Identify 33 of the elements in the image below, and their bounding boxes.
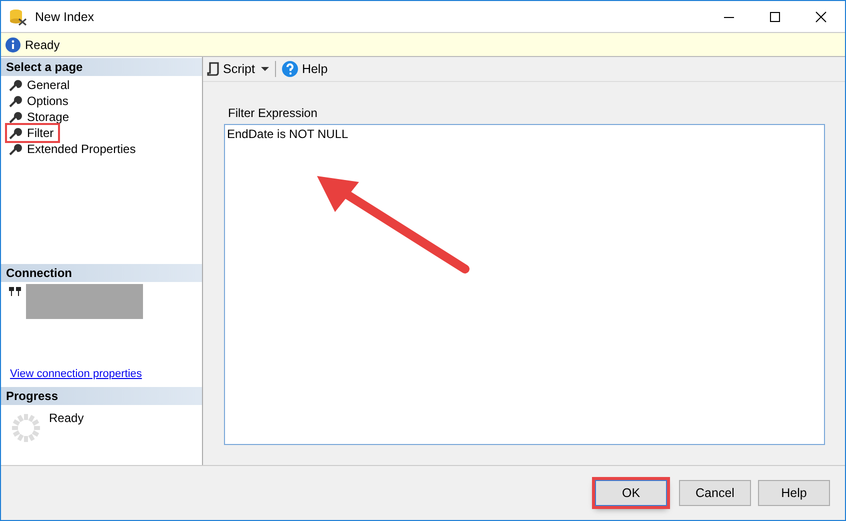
wrench-icon	[9, 110, 22, 124]
page-item[interactable]: General	[1, 77, 74, 93]
dialog-button[interactable]: Help	[758, 480, 830, 506]
section-header: Connection	[1, 264, 202, 282]
section-header: Progress	[1, 387, 202, 405]
field-label: Filter Expression	[228, 106, 318, 120]
close-icon[interactable]	[815, 10, 827, 22]
page-item[interactable]: Options	[1, 93, 72, 109]
info-icon	[5, 36, 21, 52]
wrench-icon	[9, 78, 22, 92]
wrench-icon	[9, 126, 22, 140]
dialog-button[interactable]: OK	[595, 480, 667, 506]
dialog-button[interactable]: Cancel	[679, 480, 751, 506]
window-title: New Index	[35, 10, 94, 24]
caret-icon[interactable]	[260, 66, 269, 72]
page-item[interactable]: Filter	[7, 125, 58, 141]
wrench-icon	[9, 142, 22, 156]
page-item[interactable]: Extended Properties	[1, 141, 140, 157]
plug-icon	[8, 284, 22, 296]
page-item[interactable]: Storage	[1, 109, 74, 125]
filter-expression-field[interactable]: EndDate is NOT NULL	[224, 124, 825, 445]
status-text: Ready	[25, 38, 60, 52]
wrench-icon	[9, 94, 22, 108]
section-header: Select a page	[1, 58, 202, 76]
connection-properties-link[interactable]: View connection properties	[10, 368, 202, 380]
script-button[interactable]: Script	[207, 62, 255, 76]
help-button[interactable]: Help	[282, 61, 328, 77]
scroll-icon	[207, 62, 219, 76]
maximize-icon[interactable]	[769, 10, 781, 22]
help-icon	[282, 61, 298, 77]
progress-status: Ready	[49, 411, 84, 427]
database-icon	[9, 8, 27, 26]
spinner-icon	[11, 413, 41, 443]
